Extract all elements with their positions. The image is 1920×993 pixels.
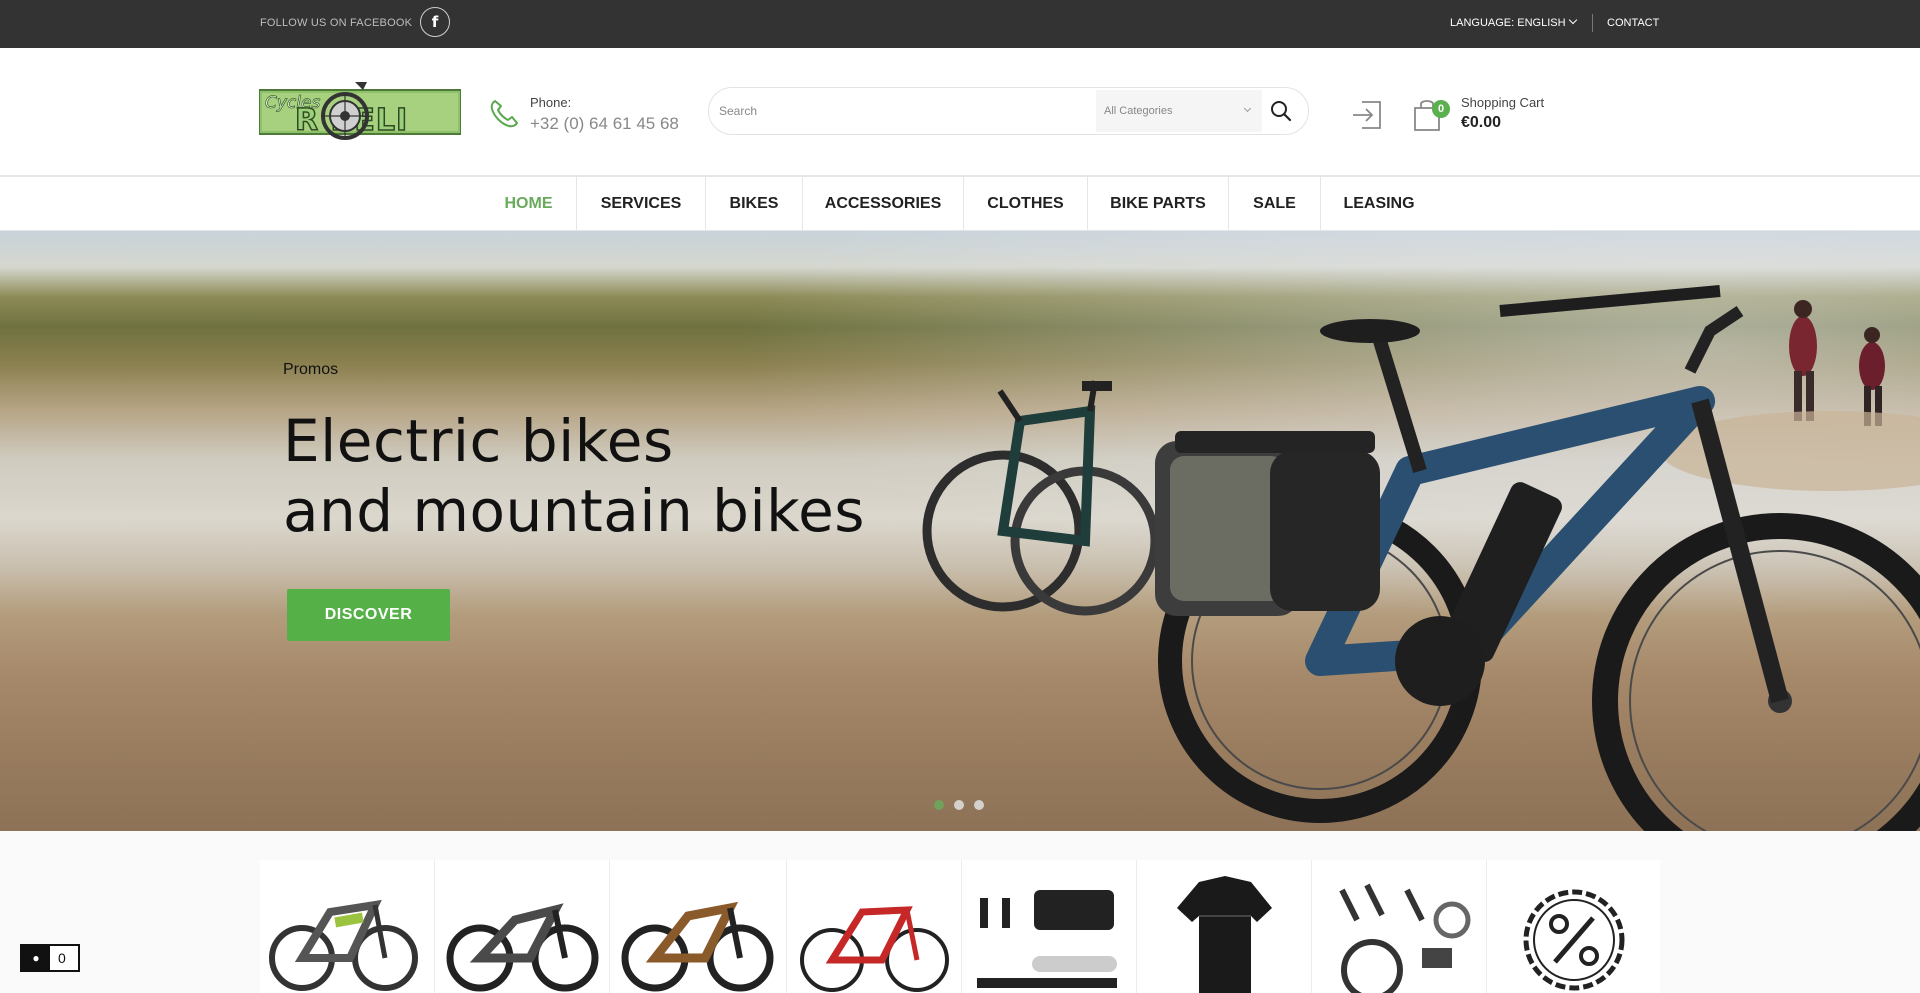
cart-count-badge: 0 bbox=[1432, 100, 1450, 118]
site-header: Cycles R BELI Phone: +32 (0) 64 61 45 68… bbox=[0, 48, 1920, 176]
category-strip bbox=[260, 860, 1660, 993]
login-icon[interactable] bbox=[1350, 98, 1384, 132]
logo[interactable]: Cycles R BELI bbox=[259, 78, 461, 148]
main-nav: HOME SERVICES BIKES ACCESSORIES CLOTHES … bbox=[0, 176, 1920, 231]
phone-icon bbox=[490, 100, 518, 128]
nav-item-accessories[interactable]: ACCESSORIES bbox=[803, 177, 964, 231]
search-bar: All Categories bbox=[708, 87, 1309, 135]
phone-label: Phone: bbox=[530, 95, 572, 110]
chevron-down-icon bbox=[1568, 15, 1577, 25]
nav-item-leasing[interactable]: LEASING bbox=[1321, 177, 1437, 231]
category-card-trail-bike[interactable] bbox=[610, 860, 787, 993]
follow-facebook-text[interactable]: FOLLOW US ON FACEBOOK bbox=[260, 17, 412, 29]
jersey-icon bbox=[1177, 876, 1272, 993]
category-select[interactable]: All Categories bbox=[1096, 90, 1262, 132]
category-card-bike-parts[interactable] bbox=[1312, 860, 1487, 993]
percent-badge-icon bbox=[1523, 889, 1625, 991]
nav-item-clothes[interactable]: CLOTHES bbox=[964, 177, 1088, 231]
hero-title-line1: Electric bikes bbox=[283, 407, 674, 475]
language-selector[interactable]: LANGUAGE: ENGLISH bbox=[1450, 15, 1577, 29]
floating-cart[interactable]: ● 0 bbox=[20, 944, 80, 972]
language-label: LANGUAGE: ENGLISH bbox=[1450, 17, 1566, 29]
cart-total[interactable]: €0.00 bbox=[1461, 114, 1501, 132]
nav-item-bikes[interactable]: BIKES bbox=[706, 177, 803, 231]
discover-button[interactable]: DISCOVER bbox=[287, 589, 450, 641]
nav-item-bike-parts[interactable]: BIKE PARTS bbox=[1088, 177, 1229, 231]
category-select-value: All Categories bbox=[1104, 105, 1173, 117]
hero-title-line2: and mountain bikes bbox=[283, 477, 866, 545]
category-card-road-bike[interactable] bbox=[787, 860, 962, 993]
hero-slider: Promos Electric bikes and mountain bikes… bbox=[0, 231, 1920, 831]
top-bar: FOLLOW US ON FACEBOOK f LANGUAGE: ENGLIS… bbox=[0, 0, 1920, 48]
basket-icon: ● bbox=[22, 946, 50, 970]
background-bike-image bbox=[922, 380, 1160, 616]
facebook-icon[interactable]: f bbox=[420, 7, 450, 37]
category-card-accessories[interactable] bbox=[962, 860, 1137, 993]
divider bbox=[1592, 14, 1593, 32]
mtb-icon bbox=[446, 903, 599, 992]
accessories-icon bbox=[977, 890, 1117, 988]
category-card-ebike[interactable] bbox=[260, 860, 435, 993]
cart-label[interactable]: Shopping Cart bbox=[1461, 95, 1544, 110]
road-bike-icon bbox=[800, 906, 949, 992]
category-card-sale[interactable] bbox=[1487, 860, 1662, 993]
nav-item-home[interactable]: HOME bbox=[481, 177, 577, 231]
hero-eyebrow: Promos bbox=[283, 361, 339, 378]
search-input[interactable] bbox=[719, 100, 1099, 122]
chevron-down-icon bbox=[1243, 104, 1252, 113]
contact-link[interactable]: CONTACT bbox=[1607, 17, 1659, 29]
category-card-mtb[interactable] bbox=[435, 860, 610, 993]
category-card-clothes[interactable] bbox=[1137, 860, 1312, 993]
slider-dots bbox=[934, 797, 994, 815]
slider-dot-3[interactable] bbox=[974, 800, 984, 810]
phone-number[interactable]: +32 (0) 64 61 45 68 bbox=[530, 114, 679, 134]
floating-cart-count: 0 bbox=[58, 950, 66, 966]
trail-bike-icon bbox=[621, 901, 774, 992]
slider-dot-1[interactable] bbox=[934, 800, 944, 810]
groupset-icon bbox=[1339, 883, 1471, 993]
ebike-icon bbox=[269, 899, 418, 991]
search-icon[interactable] bbox=[1266, 96, 1296, 126]
nav-item-sale[interactable]: SALE bbox=[1229, 177, 1321, 231]
slider-dot-2[interactable] bbox=[954, 800, 964, 810]
nav-item-services[interactable]: SERVICES bbox=[577, 177, 706, 231]
